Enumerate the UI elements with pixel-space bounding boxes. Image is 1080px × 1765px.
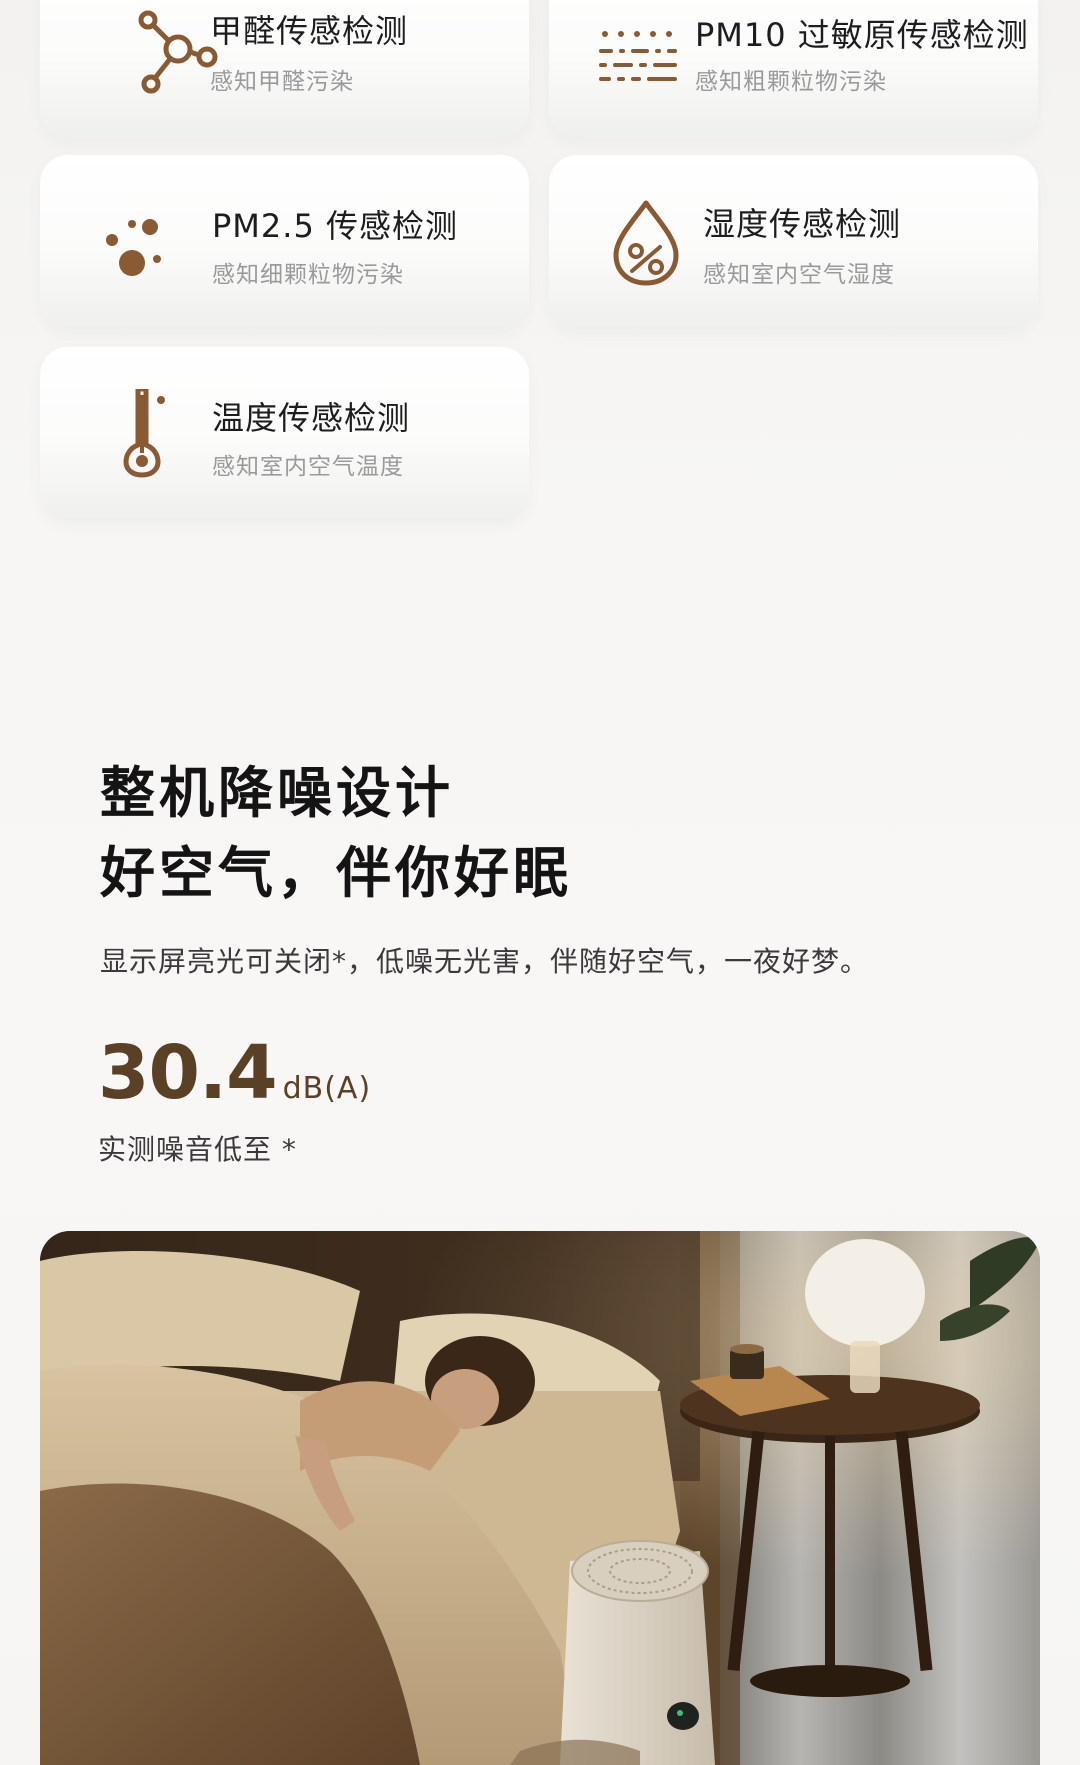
sensor-title: 湿度传感检测: [703, 205, 902, 243]
particles-icon: [90, 195, 180, 285]
product-page: 甲醛传感检测 感知甲醛污染 PM10 过敏原传感检测 感知粗颗粒物污染 PM2.…: [0, 0, 1080, 1765]
section-heading-line1: 整机降噪设计: [100, 761, 455, 825]
section-description: 显示屏亮光可关闭*，低噪无光害，伴随好空气，一夜好梦。: [100, 945, 870, 978]
sensor-card-temperature: 温度传感检测 感知室内空气温度: [40, 347, 529, 521]
sensor-subtitle: 感知室内空气湿度: [703, 262, 895, 288]
noise-label: 实测噪音低至 *: [98, 1133, 297, 1166]
thermometer-icon: [105, 389, 195, 479]
sensor-title: PM2.5 传感检测: [212, 207, 458, 245]
molecule-icon: [132, 6, 222, 96]
noise-unit: dB(A): [282, 1071, 372, 1106]
sensor-title: 温度传感检测: [212, 399, 411, 437]
sensor-subtitle: 感知细颗粒物污染: [212, 262, 404, 288]
sensor-card-formaldehyde: 甲醛传感检测 感知甲醛污染: [40, 0, 529, 138]
humidity-drop-icon: [601, 197, 691, 287]
sensor-title: PM10 过敏原传感检测: [695, 16, 1029, 54]
sensor-subtitle: 感知甲醛污染: [210, 69, 354, 95]
section-heading-line2: 好空气，伴你好眠: [100, 841, 573, 905]
sensor-card-pm25: PM2.5 传感检测 感知细颗粒物污染: [40, 155, 529, 329]
sensor-subtitle: 感知室内空气温度: [212, 454, 404, 480]
sensor-card-humidity: 湿度传感检测 感知室内空气湿度: [549, 155, 1038, 329]
sensor-subtitle: 感知粗颗粒物污染: [695, 69, 887, 95]
noise-value: 30.4: [98, 1030, 278, 1116]
sensor-card-pm10: PM10 过敏原传感检测 感知粗颗粒物污染: [549, 0, 1038, 138]
dotted-lines-icon: [597, 16, 687, 106]
noise-stat: 30.4 dB(A): [98, 1030, 371, 1116]
bedroom-photo: [40, 1231, 1040, 1765]
sensor-title: 甲醛传感检测: [210, 12, 409, 50]
